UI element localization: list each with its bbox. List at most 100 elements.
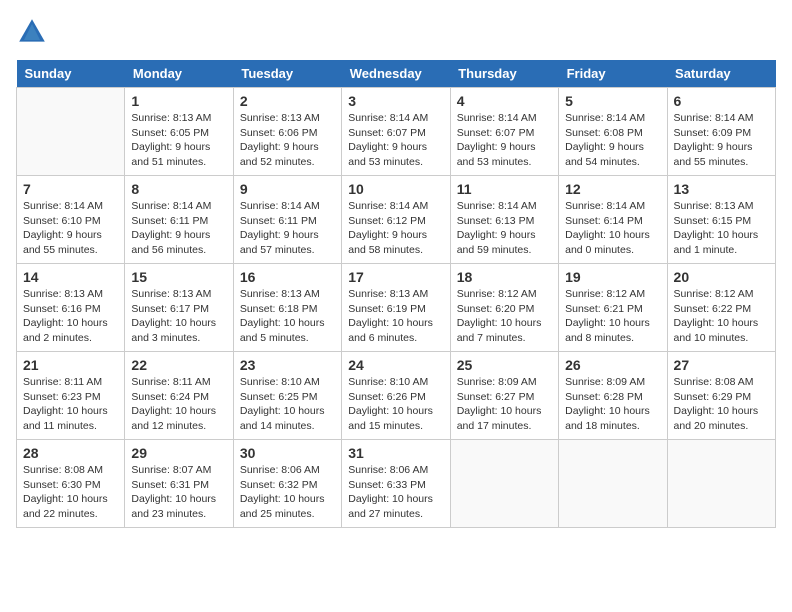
day-number: 4 bbox=[457, 93, 552, 109]
calendar-cell: 4 Sunrise: 8:14 AM Sunset: 6:07 PM Daylig… bbox=[450, 88, 558, 176]
calendar-cell: 27 Sunrise: 8:08 AM Sunset: 6:29 PM Dayli… bbox=[667, 352, 775, 440]
day-number: 8 bbox=[131, 181, 226, 197]
cell-content: Sunrise: 8:13 AM Sunset: 6:16 PM Dayligh… bbox=[23, 287, 118, 346]
day-number: 17 bbox=[348, 269, 443, 285]
day-number: 6 bbox=[674, 93, 769, 109]
calendar-cell: 10Sunrise: 8:14 AM Sunset: 6:12 PM Dayli… bbox=[342, 176, 450, 264]
calendar-cell: 6 Sunrise: 8:14 AM Sunset: 6:09 PM Daylig… bbox=[667, 88, 775, 176]
cell-content: Sunrise: 8:10 AM Sunset: 6:25 PM Dayligh… bbox=[240, 375, 335, 434]
cell-content: Sunrise: 8:10 AM Sunset: 6:26 PM Dayligh… bbox=[348, 375, 443, 434]
cell-content: Sunrise: 8:06 AM Sunset: 6:33 PM Dayligh… bbox=[348, 463, 443, 522]
calendar-cell: 17 Sunrise: 8:13 AM Sunset: 6:19 PM Dayli… bbox=[342, 264, 450, 352]
day-number: 5 bbox=[565, 93, 660, 109]
calendar-cell: 5 Sunrise: 8:14 AM Sunset: 6:08 PM Daylig… bbox=[559, 88, 667, 176]
cell-content: Sunrise: 8:13 AM Sunset: 6:15 PM Dayligh… bbox=[674, 199, 769, 258]
calendar-cell: 20 Sunrise: 8:12 AM Sunset: 6:22 PM Dayli… bbox=[667, 264, 775, 352]
cell-content: Sunrise: 8:14 AM Sunset: 6:08 PM Dayligh… bbox=[565, 111, 660, 170]
weekday-header: Thursday bbox=[450, 60, 558, 88]
day-number: 3 bbox=[348, 93, 443, 109]
day-number: 21 bbox=[23, 357, 118, 373]
cell-content: Sunrise: 8:13 AM Sunset: 6:18 PM Dayligh… bbox=[240, 287, 335, 346]
calendar-cell: 14 Sunrise: 8:13 AM Sunset: 6:16 PM Dayli… bbox=[17, 264, 125, 352]
weekday-header: Sunday bbox=[17, 60, 125, 88]
cell-content: Sunrise: 8:08 AM Sunset: 6:29 PM Dayligh… bbox=[674, 375, 769, 434]
day-number: 11 bbox=[457, 181, 552, 197]
calendar-header: SundayMondayTuesdayWednesdayThursdayFrid… bbox=[17, 60, 776, 88]
cell-content: Sunrise: 8:14 AM Sunset: 6:14 PM Dayligh… bbox=[565, 199, 660, 258]
cell-content: Sunrise: 8:14 AM Sunset: 6:09 PM Dayligh… bbox=[674, 111, 769, 170]
calendar-cell: 21Sunrise: 8:11 AM Sunset: 6:23 PM Dayli… bbox=[17, 352, 125, 440]
weekday-header: Friday bbox=[559, 60, 667, 88]
calendar-week-row: 21Sunrise: 8:11 AM Sunset: 6:23 PM Dayli… bbox=[17, 352, 776, 440]
calendar-cell: 8Sunrise: 8:14 AM Sunset: 6:11 PM Daylig… bbox=[125, 176, 233, 264]
cell-content: Sunrise: 8:08 AM Sunset: 6:30 PM Dayligh… bbox=[23, 463, 118, 522]
day-number: 13 bbox=[674, 181, 769, 197]
day-number: 23 bbox=[240, 357, 335, 373]
day-number: 22 bbox=[131, 357, 226, 373]
cell-content: Sunrise: 8:14 AM Sunset: 6:11 PM Dayligh… bbox=[240, 199, 335, 258]
day-number: 31 bbox=[348, 445, 443, 461]
cell-content: Sunrise: 8:06 AM Sunset: 6:32 PM Dayligh… bbox=[240, 463, 335, 522]
weekday-header: Monday bbox=[125, 60, 233, 88]
cell-content: Sunrise: 8:13 AM Sunset: 6:06 PM Dayligh… bbox=[240, 111, 335, 170]
calendar-cell: 13 Sunrise: 8:13 AM Sunset: 6:15 PM Dayli… bbox=[667, 176, 775, 264]
cell-content: Sunrise: 8:09 AM Sunset: 6:27 PM Dayligh… bbox=[457, 375, 552, 434]
day-number: 2 bbox=[240, 93, 335, 109]
calendar-cell: 23 Sunrise: 8:10 AM Sunset: 6:25 PM Dayli… bbox=[233, 352, 341, 440]
cell-content: Sunrise: 8:14 AM Sunset: 6:07 PM Dayligh… bbox=[348, 111, 443, 170]
day-number: 1 bbox=[131, 93, 226, 109]
cell-content: Sunrise: 8:14 AM Sunset: 6:13 PM Dayligh… bbox=[457, 199, 552, 258]
cell-content: Sunrise: 8:12 AM Sunset: 6:20 PM Dayligh… bbox=[457, 287, 552, 346]
logo bbox=[16, 16, 52, 48]
cell-content: Sunrise: 8:13 AM Sunset: 6:05 PM Dayligh… bbox=[131, 111, 226, 170]
calendar-cell: 31 Sunrise: 8:06 AM Sunset: 6:33 PM Dayli… bbox=[342, 440, 450, 528]
calendar-cell: 7Sunrise: 8:14 AM Sunset: 6:10 PM Daylig… bbox=[17, 176, 125, 264]
calendar-cell: 26Sunrise: 8:09 AM Sunset: 6:28 PM Dayli… bbox=[559, 352, 667, 440]
day-number: 25 bbox=[457, 357, 552, 373]
calendar-week-row: 28Sunrise: 8:08 AM Sunset: 6:30 PM Dayli… bbox=[17, 440, 776, 528]
calendar-cell: 11 Sunrise: 8:14 AM Sunset: 6:13 PM Dayli… bbox=[450, 176, 558, 264]
calendar-cell: 15Sunrise: 8:13 AM Sunset: 6:17 PM Dayli… bbox=[125, 264, 233, 352]
weekday-header: Wednesday bbox=[342, 60, 450, 88]
day-number: 30 bbox=[240, 445, 335, 461]
day-number: 29 bbox=[131, 445, 226, 461]
day-number: 20 bbox=[674, 269, 769, 285]
calendar-week-row: 7Sunrise: 8:14 AM Sunset: 6:10 PM Daylig… bbox=[17, 176, 776, 264]
calendar-cell: 30 Sunrise: 8:06 AM Sunset: 6:32 PM Dayli… bbox=[233, 440, 341, 528]
cell-content: Sunrise: 8:13 AM Sunset: 6:19 PM Dayligh… bbox=[348, 287, 443, 346]
day-number: 14 bbox=[23, 269, 118, 285]
calendar-cell: 2 Sunrise: 8:13 AM Sunset: 6:06 PM Daylig… bbox=[233, 88, 341, 176]
day-number: 24 bbox=[348, 357, 443, 373]
calendar-cell: 29Sunrise: 8:07 AM Sunset: 6:31 PM Dayli… bbox=[125, 440, 233, 528]
day-number: 19 bbox=[565, 269, 660, 285]
day-number: 15 bbox=[131, 269, 226, 285]
calendar-cell bbox=[667, 440, 775, 528]
day-number: 16 bbox=[240, 269, 335, 285]
day-number: 10 bbox=[348, 181, 443, 197]
day-number: 27 bbox=[674, 357, 769, 373]
day-number: 26 bbox=[565, 357, 660, 373]
cell-content: Sunrise: 8:12 AM Sunset: 6:22 PM Dayligh… bbox=[674, 287, 769, 346]
calendar-cell: 1 Sunrise: 8:13 AM Sunset: 6:05 PM Daylig… bbox=[125, 88, 233, 176]
cell-content: Sunrise: 8:14 AM Sunset: 6:07 PM Dayligh… bbox=[457, 111, 552, 170]
calendar-cell: 16 Sunrise: 8:13 AM Sunset: 6:18 PM Dayli… bbox=[233, 264, 341, 352]
calendar-cell: 24 Sunrise: 8:10 AM Sunset: 6:26 PM Dayli… bbox=[342, 352, 450, 440]
calendar-cell: 18 Sunrise: 8:12 AM Sunset: 6:20 PM Dayli… bbox=[450, 264, 558, 352]
calendar-cell: 25 Sunrise: 8:09 AM Sunset: 6:27 PM Dayli… bbox=[450, 352, 558, 440]
logo-icon bbox=[16, 16, 48, 48]
calendar-week-row: 1 Sunrise: 8:13 AM Sunset: 6:05 PM Daylig… bbox=[17, 88, 776, 176]
page-header bbox=[16, 16, 776, 48]
calendar-cell bbox=[559, 440, 667, 528]
day-number: 18 bbox=[457, 269, 552, 285]
calendar-cell: 19 Sunrise: 8:12 AM Sunset: 6:21 PM Dayli… bbox=[559, 264, 667, 352]
day-number: 12 bbox=[565, 181, 660, 197]
calendar-cell: 12 Sunrise: 8:14 AM Sunset: 6:14 PM Dayli… bbox=[559, 176, 667, 264]
day-number: 9 bbox=[240, 181, 335, 197]
weekday-header: Saturday bbox=[667, 60, 775, 88]
cell-content: Sunrise: 8:11 AM Sunset: 6:24 PM Dayligh… bbox=[131, 375, 226, 434]
calendar-week-row: 14 Sunrise: 8:13 AM Sunset: 6:16 PM Dayli… bbox=[17, 264, 776, 352]
calendar-cell: 22 Sunrise: 8:11 AM Sunset: 6:24 PM Dayli… bbox=[125, 352, 233, 440]
calendar-body: 1 Sunrise: 8:13 AM Sunset: 6:05 PM Daylig… bbox=[17, 88, 776, 528]
calendar-cell: 9 Sunrise: 8:14 AM Sunset: 6:11 PM Daylig… bbox=[233, 176, 341, 264]
cell-content: Sunrise: 8:12 AM Sunset: 6:21 PM Dayligh… bbox=[565, 287, 660, 346]
